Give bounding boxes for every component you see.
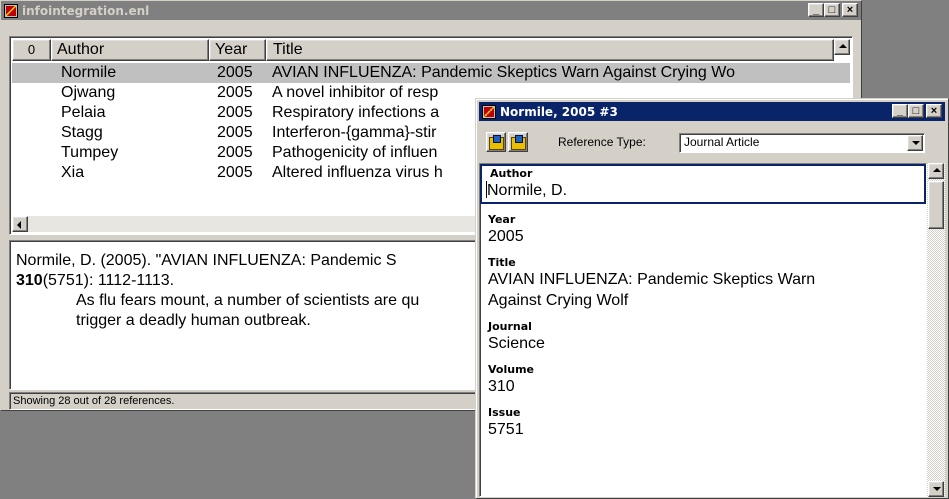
preview-issue-pages: (5751): 1112-1113. [42, 272, 175, 289]
close-icon: × [930, 105, 938, 117]
previous-reference-icon[interactable] [486, 132, 506, 152]
close-button[interactable]: × [842, 3, 858, 17]
author-field-value: Normile, D. [487, 182, 568, 199]
field-label: Author [490, 167, 533, 180]
field-label: Journal [488, 320, 532, 333]
minimize-icon: _ [896, 105, 904, 117]
field-label: Issue [488, 406, 521, 419]
row-year: 2005 [217, 104, 253, 121]
maximize-icon: □ [912, 105, 920, 117]
year-field[interactable]: Year 2005 [480, 213, 926, 247]
minimize-button[interactable]: _ [892, 104, 908, 118]
row-year: 2005 [217, 84, 253, 101]
maximize-icon: □ [828, 4, 836, 16]
field-label: Volume [488, 363, 534, 376]
row-author: Tumpey [61, 144, 119, 161]
row-author: Pelaia [61, 104, 106, 121]
preview-volume: 310 [16, 272, 43, 289]
row-author: Ojwang [61, 84, 116, 101]
scroll-down-button[interactable] [928, 481, 944, 497]
year-field-value: 2005 [488, 228, 524, 245]
reference-type-value: Journal Article [684, 135, 760, 149]
maximize-button[interactable]: □ [908, 104, 924, 118]
library-window-title: infointegration.enl [22, 3, 150, 18]
field-label: Year [488, 213, 516, 226]
row-year: 2005 [217, 64, 253, 81]
journal-field-value: Science [488, 335, 545, 352]
row-author: Stagg [61, 124, 103, 141]
reference-type-select[interactable]: Journal Article [679, 133, 925, 153]
scroll-thumb[interactable] [928, 181, 944, 229]
minimize-button[interactable]: _ [808, 3, 824, 17]
reference-window-title: Normile, 2005 #3 [500, 104, 618, 119]
row-author: Normile [61, 64, 117, 81]
title-field[interactable]: Title AVIAN INFLUENZA: Pandemic Skeptics… [480, 256, 926, 311]
close-button[interactable]: × [926, 104, 942, 118]
row-year: 2005 [217, 144, 253, 161]
attachment-icon: 0 [27, 42, 36, 57]
volume-field-value: 310 [488, 378, 515, 395]
title-field-value: AVIAN INFLUENZA: Pandemic Skeptics Warn … [488, 271, 816, 309]
reference-type-label: Reference Type: [558, 135, 646, 149]
row-year: 2005 [217, 164, 253, 181]
row-year: 2005 [217, 124, 253, 141]
table-row[interactable]: Normile 2005 AVIAN INFLUENZA: Pandemic S… [12, 63, 850, 83]
column-header-author[interactable]: Author [51, 39, 209, 61]
volume-field[interactable]: Volume 310 [480, 363, 926, 397]
scroll-up-button[interactable] [928, 163, 944, 179]
field-label: Title [488, 256, 516, 269]
issue-field-value: 5751 [488, 421, 524, 438]
minimize-icon: _ [812, 4, 820, 16]
author-field[interactable]: Author Normile, D. [480, 164, 926, 204]
maximize-button[interactable]: □ [824, 3, 840, 17]
endnote-app-icon [482, 104, 496, 119]
reference-title-bar[interactable]: Normile, 2005 #3 _ □ × [479, 102, 945, 121]
row-title: AVIAN INFLUENZA: Pandemic Skeptics Warn … [272, 64, 735, 81]
issue-field[interactable]: Issue 5751 [480, 406, 926, 440]
column-header-attachment[interactable]: 0 [12, 39, 51, 61]
library-title-bar[interactable]: infointegration.enl _ □ × [1, 1, 861, 20]
reference-fields: Author Normile, D. Year 2005 Title AVIAN… [479, 163, 927, 497]
endnote-app-icon [4, 3, 18, 18]
list-header: 0 Author Year Title [12, 39, 834, 61]
next-reference-icon[interactable] [508, 132, 528, 152]
reference-window: Normile, 2005 #3 _ □ × Reference Type: J… [475, 98, 949, 499]
reference-toolbar: Reference Type: Journal Article [479, 125, 945, 159]
column-header-title[interactable]: Title [266, 39, 834, 61]
chevron-down-icon[interactable] [907, 135, 923, 151]
journal-field[interactable]: Journal Science [480, 320, 926, 354]
scroll-left-button[interactable] [12, 216, 28, 232]
close-icon: × [846, 4, 854, 16]
row-author: Xia [61, 164, 85, 181]
list-scroll-up-button[interactable] [834, 39, 850, 55]
column-header-year[interactable]: Year [209, 39, 266, 61]
fields-vertical-scrollbar[interactable] [927, 163, 945, 497]
